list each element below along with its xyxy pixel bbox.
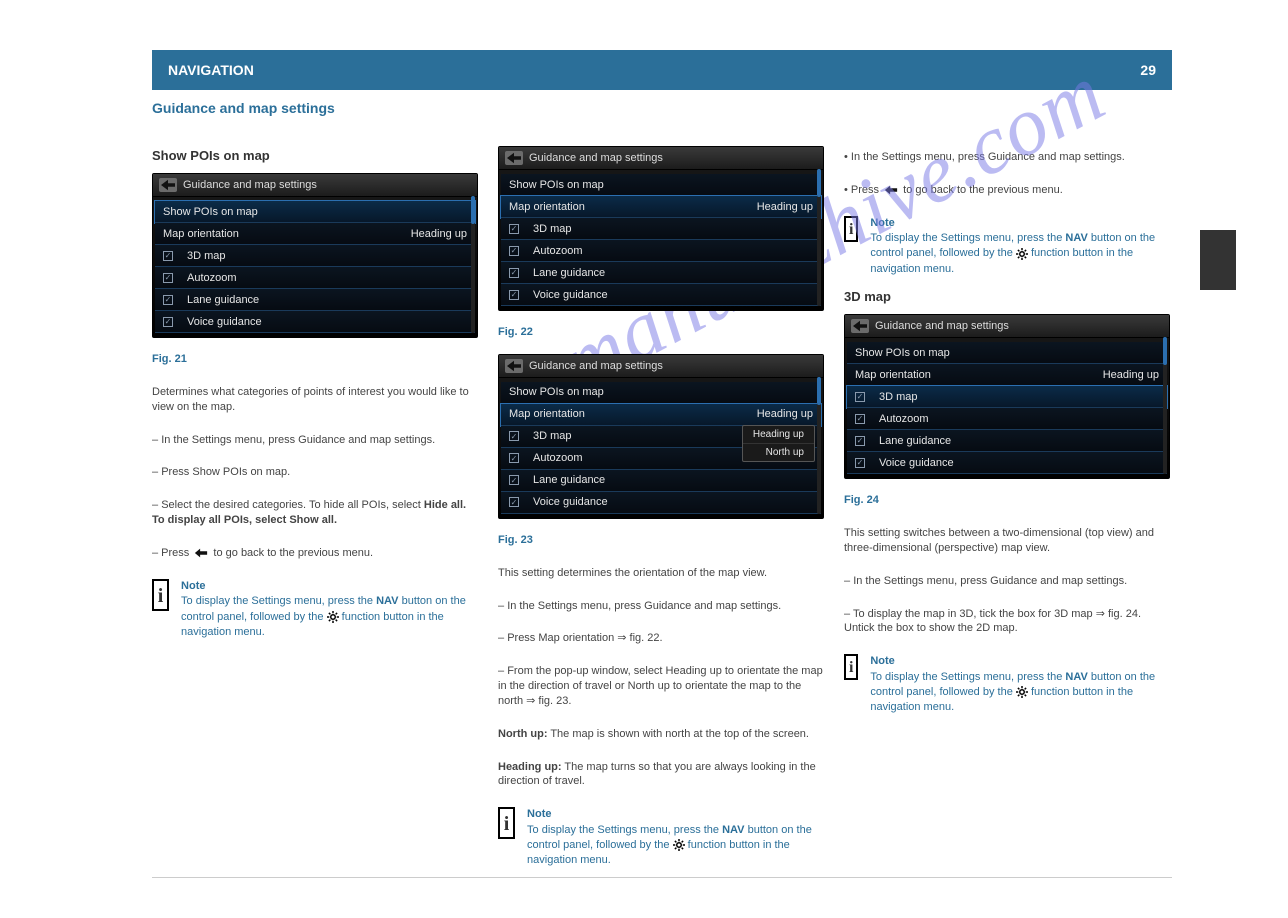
menu-map-orientation[interactable]: Map orientationHeading up Heading up Nor… [501,404,821,426]
col2-step2: – Press Map orientation ⇒ fig. 22. [498,631,824,646]
menu-autozoom[interactable]: ✓Autozoom [501,240,821,262]
col1-heading: Show POIs on map [152,148,478,163]
column-3: • In the Settings menu, press Guidance a… [844,146,1170,869]
back-icon[interactable] [505,151,523,165]
col2-step1: – In the Settings menu, press Guidance a… [498,599,824,614]
col3-desc: This setting switches between a two-dime… [844,526,1170,556]
menu-show-pois[interactable]: Show POIs on map [155,201,475,223]
gear-icon [1016,248,1028,260]
section-title: NAVIGATION [168,62,254,78]
panel-title: Guidance and map settings [529,360,663,372]
col1-step1: – In the Settings menu, press Guidance a… [152,433,478,448]
nav-panel-fig24: Guidance and map settings Show POIs on m… [844,314,1170,479]
menu-3d-map[interactable]: ✓3D map [501,218,821,240]
nav-panel-fig21: Guidance and map settings Show POIs on m… [152,173,478,338]
panel-title: Guidance and map settings [183,179,317,191]
menu-voice-guidance[interactable]: ✓Voice guidance [501,492,821,514]
col3-note2: i Note To display the Settings menu, pre… [844,654,1170,716]
col3-step3: – In the Settings menu, press Guidance a… [844,574,1170,589]
section-page: 29 [1140,62,1156,78]
fig23-caption: Fig. 23 [498,533,824,548]
menu-map-orientation[interactable]: Map orientationHeading up [501,196,821,218]
return-icon [882,183,900,197]
menu-show-pois[interactable]: Show POIs on map [847,342,1167,364]
col1-desc: Determines what categories of points of … [152,385,478,415]
back-icon[interactable] [159,178,177,192]
menu-lane-guidance[interactable]: ✓Lane guidance [501,262,821,284]
nav-panel-fig22: Guidance and map settings Show POIs on m… [498,146,824,311]
info-icon: i [844,654,858,680]
col3-step1: • In the Settings menu, press Guidance a… [844,150,1170,165]
gear-icon [1016,686,1028,698]
back-icon[interactable] [505,359,523,373]
column-1: Show POIs on map Guidance and map settin… [152,146,478,869]
menu-autozoom[interactable]: ✓Autozoom [155,267,475,289]
menu-autozoom[interactable]: ✓Autozoom [847,408,1167,430]
panel-title: Guidance and map settings [529,152,663,164]
column-2: Guidance and map settings Show POIs on m… [498,146,824,869]
panel-title: Guidance and map settings [875,320,1009,332]
page-subtitle: Guidance and map settings [152,100,335,116]
col2-desc: This setting determines the orientation … [498,566,824,581]
gear-icon [327,611,339,623]
fig24-caption: Fig. 24 [844,493,1170,508]
info-icon: i [498,807,515,839]
info-icon: i [844,216,858,242]
col1-step3: – Select the desired categories. To hide… [152,498,478,528]
section-header: NAVIGATION 29 [152,50,1172,90]
col2-headingup: Heading up: The map turns so that you ar… [498,760,824,790]
nav-panel-fig23: Guidance and map settings Show POIs on m… [498,354,824,519]
fig21-caption: Fig. 21 [152,352,478,367]
info-icon: i [152,579,169,611]
col3-step4: – To display the map in 3D, tick the box… [844,607,1170,637]
col3-note1: i Note To display the Settings menu, pre… [844,216,1170,278]
col3-step2: • Press to go back to the previous menu. [844,183,1170,198]
menu-lane-guidance[interactable]: ✓Lane guidance [155,289,475,311]
return-icon [192,546,210,560]
menu-voice-guidance[interactable]: ✓Voice guidance [847,452,1167,474]
menu-lane-guidance[interactable]: ✓Lane guidance [847,430,1167,452]
menu-map-orientation[interactable]: Map orientationHeading up [847,364,1167,386]
menu-show-pois[interactable]: Show POIs on map [501,382,821,404]
menu-show-pois[interactable]: Show POIs on map [501,174,821,196]
col2-note: i Note To display the Settings menu, pre… [498,807,824,869]
menu-voice-guidance[interactable]: ✓Voice guidance [501,284,821,306]
col2-northup: North up: The map is shown with north at… [498,727,824,742]
orientation-dropdown[interactable]: Heading up North up [742,425,815,462]
gear-icon [673,839,685,851]
menu-map-orientation[interactable]: Map orientationHeading up [155,223,475,245]
menu-3d-map[interactable]: ✓3D map [847,386,1167,408]
menu-voice-guidance[interactable]: ✓Voice guidance [155,311,475,333]
col1-step4: – Press Press to go back to the previous… [152,546,478,561]
col2-step3: – From the pop-up window, select Heading… [498,664,824,709]
fig22-caption: Fig. 22 [498,325,824,340]
col1-step2: – Press Show POIs on map. [152,465,478,480]
col1-note: i Note To display the Settings menu, pre… [152,579,478,641]
page-footer [152,877,1172,884]
dropdown-north-up[interactable]: North up [743,444,814,461]
page-thumb-tab [1200,230,1236,290]
back-icon[interactable] [851,319,869,333]
menu-3d-map[interactable]: ✓3D map [155,245,475,267]
col3-heading: 3D map [844,289,1170,304]
menu-lane-guidance[interactable]: ✓Lane guidance [501,470,821,492]
dropdown-heading-up[interactable]: Heading up [743,426,814,444]
